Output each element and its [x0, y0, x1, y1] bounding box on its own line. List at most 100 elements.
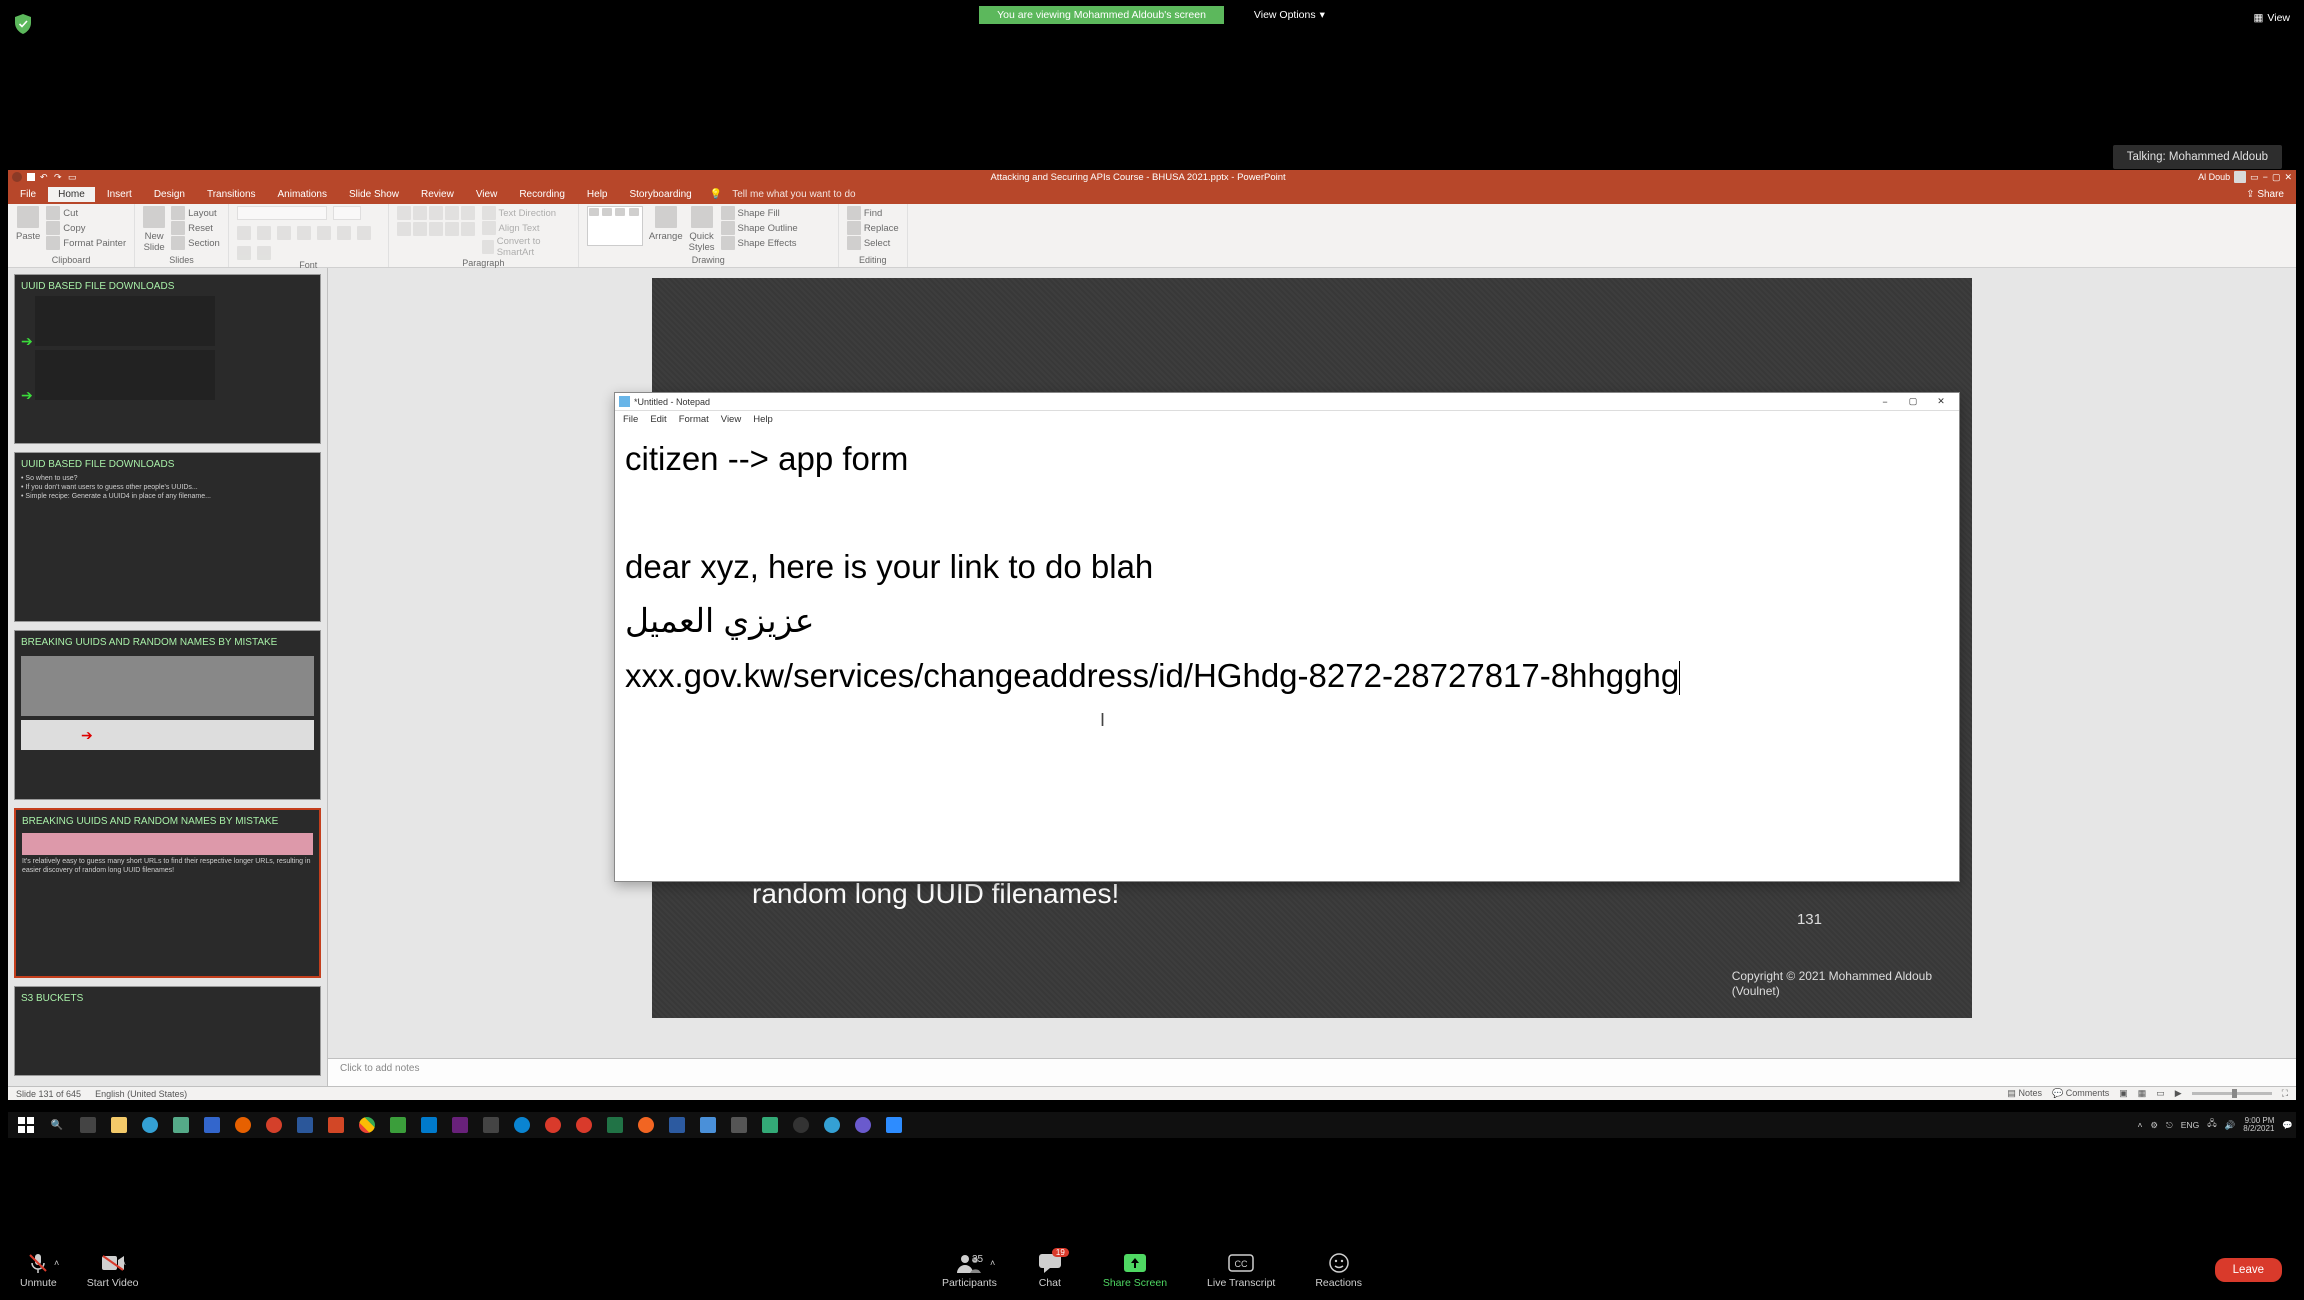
- task-view-icon[interactable]: [73, 1113, 103, 1137]
- file-explorer-icon[interactable]: [104, 1113, 134, 1137]
- word-icon[interactable]: [290, 1113, 320, 1137]
- close-icon[interactable]: ✕: [2284, 172, 2292, 183]
- unmute-button[interactable]: Unmute ˄: [20, 1252, 57, 1289]
- slide-thumbnail-132[interactable]: S3 BUCKETS: [14, 986, 321, 1076]
- close-button[interactable]: ✕: [1927, 394, 1955, 410]
- slide-thumbnails-panel[interactable]: UUID BASED FILE DOWNLOADS ➔ ➔ UUID BASED…: [8, 268, 328, 1086]
- font-size-select[interactable]: [333, 206, 361, 220]
- tab-storyboarding[interactable]: Storyboarding: [619, 187, 701, 202]
- app-icon-13[interactable]: [538, 1113, 568, 1137]
- ribbon-display-options-icon[interactable]: ▭: [2250, 172, 2259, 183]
- tray-icon-2[interactable]: ⎋: [2166, 1120, 2173, 1131]
- participants-button[interactable]: Participants 35 ˄: [942, 1252, 997, 1289]
- menu-view[interactable]: View: [721, 414, 741, 425]
- menu-edit[interactable]: Edit: [650, 414, 666, 425]
- view-options-dropdown[interactable]: View Options ▾: [1254, 9, 1325, 21]
- app-icon-2[interactable]: [197, 1113, 227, 1137]
- fit-to-window-icon[interactable]: ⛶: [2282, 1088, 2288, 1099]
- decrease-indent-icon[interactable]: [429, 206, 443, 220]
- shadow-icon[interactable]: [337, 226, 351, 240]
- char-spacing-icon[interactable]: [237, 246, 251, 260]
- excel-icon[interactable]: [600, 1113, 630, 1137]
- comments-button[interactable]: 💬 Comments: [2052, 1088, 2109, 1099]
- align-text-button[interactable]: Align Text: [482, 221, 570, 235]
- notepad-text-area[interactable]: citizen --> app form dear xyz, here is y…: [615, 427, 1959, 881]
- slide-thumbnail-129[interactable]: UUID BASED FILE DOWNLOADS • So when to u…: [14, 452, 321, 622]
- chrome-icon[interactable]: [352, 1113, 382, 1137]
- new-slide-button[interactable]: New Slide: [143, 206, 165, 253]
- shape-effects-button[interactable]: Shape Effects: [721, 236, 798, 250]
- menu-file[interactable]: File: [623, 414, 638, 425]
- slide-thumbnail-128[interactable]: UUID BASED FILE DOWNLOADS ➔ ➔: [14, 274, 321, 444]
- start-button[interactable]: [11, 1113, 41, 1137]
- vs-icon[interactable]: [445, 1113, 475, 1137]
- language-indicator[interactable]: English (United States): [95, 1089, 187, 1099]
- layout-button[interactable]: Layout: [171, 206, 220, 220]
- slide-thumbnail-131[interactable]: BREAKING UUIDS AND RANDOM NAMES BY MISTA…: [14, 808, 321, 978]
- bold-icon[interactable]: [277, 226, 291, 240]
- tab-animations[interactable]: Animations: [268, 187, 337, 202]
- zoom-slider[interactable]: [2192, 1092, 2272, 1095]
- tab-home[interactable]: Home: [48, 187, 95, 202]
- edge-icon[interactable]: [135, 1113, 165, 1137]
- shapes-gallery[interactable]: [587, 206, 643, 246]
- maximize-icon[interactable]: ▢: [2272, 172, 2281, 183]
- action-center-icon[interactable]: 💬: [2282, 1120, 2293, 1131]
- replace-button[interactable]: Replace: [847, 221, 899, 235]
- save-icon[interactable]: [26, 172, 36, 182]
- redo-icon[interactable]: ↷: [54, 172, 64, 182]
- section-button[interactable]: Section: [171, 236, 220, 250]
- font-color-icon[interactable]: [257, 246, 271, 260]
- share-screen-button[interactable]: Share Screen ˄: [1103, 1252, 1167, 1289]
- paste-button[interactable]: Paste: [16, 206, 40, 242]
- underline-icon[interactable]: [317, 226, 331, 240]
- app-icon-16[interactable]: [631, 1113, 661, 1137]
- notes-pane[interactable]: Click to add notes: [328, 1058, 2296, 1086]
- video-options-chevron-icon[interactable]: ˄: [121, 1258, 126, 1268]
- tab-slideshow[interactable]: Slide Show: [339, 187, 409, 202]
- app-icon-21[interactable]: [786, 1113, 816, 1137]
- tab-view[interactable]: View: [466, 187, 508, 202]
- cut-button[interactable]: Cut: [46, 206, 126, 220]
- firefox-icon[interactable]: [228, 1113, 258, 1137]
- slideshow-icon[interactable]: ▭: [68, 172, 78, 182]
- autosave-toggle[interactable]: [12, 172, 22, 182]
- app-icon-8[interactable]: [383, 1113, 413, 1137]
- zoom-view-button[interactable]: ▦ View: [2254, 12, 2291, 24]
- sorter-view-icon[interactable]: ▦: [2138, 1088, 2147, 1099]
- app-icon-12[interactable]: [507, 1113, 537, 1137]
- tab-help[interactable]: Help: [577, 187, 618, 202]
- numbering-icon[interactable]: [413, 206, 427, 220]
- system-clock[interactable]: 9:00 PM 8/2/2021: [2243, 1117, 2274, 1133]
- tell-me-search[interactable]: Tell me what you want to do: [732, 189, 855, 200]
- app-icon-22[interactable]: [817, 1113, 847, 1137]
- tab-recording[interactable]: Recording: [509, 187, 575, 202]
- notes-button[interactable]: ▤ Notes: [2007, 1088, 2042, 1099]
- increase-indent-icon[interactable]: [445, 206, 459, 220]
- slideshow-view-icon[interactable]: ▶: [2175, 1088, 2182, 1099]
- reset-button[interactable]: Reset: [171, 221, 220, 235]
- tab-insert[interactable]: Insert: [97, 187, 142, 202]
- account-name[interactable]: Al Doub: [2198, 172, 2230, 182]
- maximize-button[interactable]: ▢: [1899, 394, 1927, 410]
- search-icon[interactable]: 🔍: [42, 1113, 72, 1137]
- start-video-button[interactable]: Start Video ˄: [87, 1252, 139, 1289]
- leave-button[interactable]: Leave: [2215, 1258, 2282, 1282]
- slide-thumbnail-130[interactable]: BREAKING UUIDS AND RANDOM NAMES BY MISTA…: [14, 630, 321, 800]
- share-options-chevron-icon[interactable]: ˄: [1141, 1258, 1146, 1268]
- shape-fill-button[interactable]: Shape Fill: [721, 206, 798, 220]
- app-icon-17[interactable]: [662, 1113, 692, 1137]
- zoom-icon[interactable]: [879, 1113, 909, 1137]
- align-right-icon[interactable]: [429, 222, 443, 236]
- font-family-select[interactable]: [237, 206, 327, 220]
- network-icon[interactable]: 🖧: [2207, 1118, 2216, 1132]
- notepad-title-bar[interactable]: *Untitled - Notepad − ▢ ✕: [615, 393, 1959, 411]
- columns-icon[interactable]: [461, 222, 475, 236]
- app-icon-18[interactable]: [693, 1113, 723, 1137]
- tab-file[interactable]: File: [10, 187, 46, 202]
- app-icon-14[interactable]: [569, 1113, 599, 1137]
- line-spacing-icon[interactable]: [461, 206, 475, 220]
- convert-smartart-button[interactable]: Convert to SmartArt: [482, 236, 570, 258]
- find-button[interactable]: Find: [847, 206, 899, 220]
- app-icon-23[interactable]: [848, 1113, 878, 1137]
